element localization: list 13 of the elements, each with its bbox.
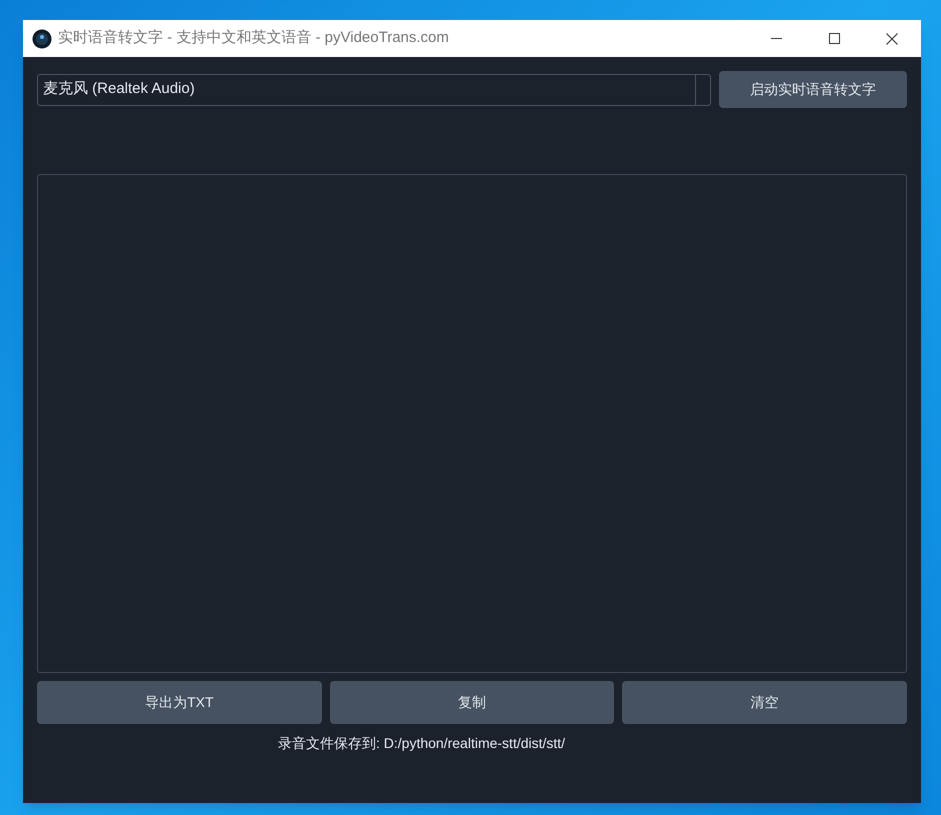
window-title: 实时语音转文字 - 支持中文和英文语音 - pyVideoTrans.com [58,28,449,48]
device-select[interactable]: 麦克风 (Realtek Audio) [37,74,711,106]
save-path-text: 录音文件保存到: D:/python/realtime-stt/dist/stt/ [278,735,566,751]
close-icon [886,32,898,44]
minimize-icon [770,38,782,39]
action-button[interactable]: 复制 [330,681,614,724]
transcript-area[interactable] [37,174,907,673]
start-button[interactable]: 启动实时语音转文字 [719,71,907,108]
app-logo-icon [32,28,52,48]
device-select-value: 麦克风 (Realtek Audio) [42,79,196,100]
action-button[interactable]: 导出为TXT [37,681,322,724]
maximize-icon [828,33,840,44]
action-button[interactable]: 清空 [622,681,908,724]
